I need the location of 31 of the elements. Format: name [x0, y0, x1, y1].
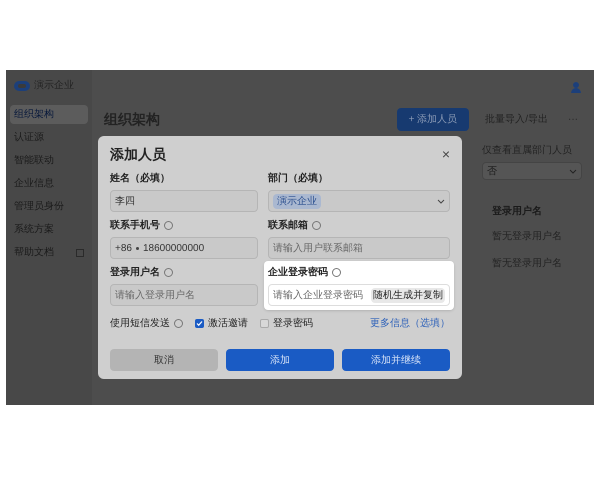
- phone-field[interactable]: +86 18600000000: [110, 237, 258, 259]
- input-field[interactable]: 请输入登录用户名: [110, 284, 258, 306]
- more-info-link[interactable]: 更多信息（选填）: [370, 316, 450, 331]
- submit-button[interactable]: 添加并继续: [342, 349, 450, 371]
- chevron-icon: [569, 168, 577, 174]
- input-field[interactable]: 请输入用户联系邮箱: [268, 237, 450, 259]
- department-tag: 演示企业: [273, 194, 321, 208]
- filter-select[interactable]: 否: [482, 162, 582, 180]
- field-label: 姓名（必填）: [110, 172, 170, 186]
- dialog-title: 添加人员: [110, 145, 166, 164]
- chevron-icon: [437, 198, 445, 204]
- field-label: 联系手机号: [110, 218, 160, 233]
- generate-button[interactable]: 随机生成并复制: [371, 288, 445, 302]
- select-field[interactable]: 演示企业: [268, 190, 450, 212]
- submit-button[interactable]: 添加: [226, 349, 334, 371]
- option-label: 使用短信发送: [110, 317, 170, 331]
- checkbox[interactable]: 激活邀请: [195, 316, 248, 331]
- cancel-button[interactable]: 取消: [110, 349, 218, 371]
- password-field[interactable]: 请输入企业登录密码 随机生成并复制: [268, 284, 450, 306]
- field-label: 部门（必填）: [268, 171, 328, 186]
- add-button[interactable]: + 添加人员: [396, 108, 470, 131]
- input-field[interactable]: 李四: [110, 190, 258, 212]
- checkbox[interactable]: 登录密码: [260, 316, 313, 331]
- avatar-icon: [570, 81, 582, 93]
- close-button[interactable]: ×: [442, 144, 450, 165]
- logo-icon: [14, 80, 30, 90]
- field-label: 登录用户名: [110, 265, 160, 280]
- checkmark-icon: [196, 320, 203, 327]
- field-label: 企业登录密码: [268, 266, 328, 280]
- sidebar-item[interactable]: 组织架构: [10, 105, 88, 124]
- field-label: 联系邮箱: [268, 218, 308, 233]
